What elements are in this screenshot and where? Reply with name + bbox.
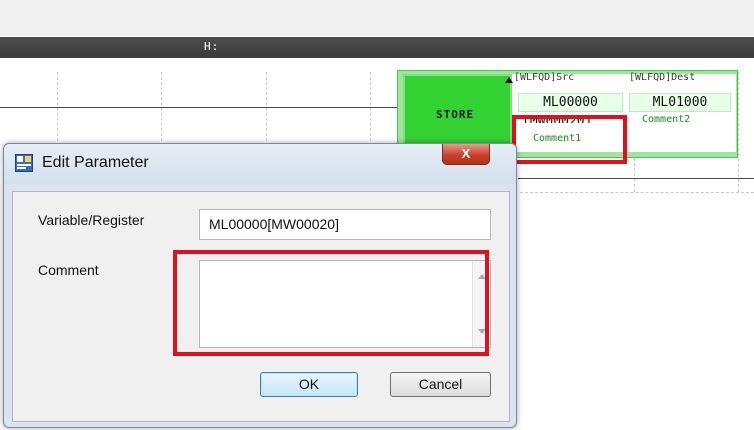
header-label: H: bbox=[204, 40, 220, 53]
dialog-titlebar[interactable]: Edit Parameter X bbox=[4, 144, 516, 184]
highlight-box-comment-field bbox=[173, 250, 489, 356]
grid-line bbox=[520, 192, 754, 193]
grid-line bbox=[370, 72, 371, 146]
store-instruction-label: STORE bbox=[436, 108, 475, 121]
ladder-rung-line bbox=[0, 107, 397, 108]
src-param-value[interactable]: ML00000 bbox=[518, 93, 623, 112]
dest-comment[interactable]: Comment2 bbox=[642, 114, 690, 125]
grid-line bbox=[57, 72, 58, 146]
ladder-header-strip: H: bbox=[0, 37, 754, 58]
toolbar-area bbox=[0, 0, 754, 36]
dest-param-value[interactable]: ML01000 bbox=[629, 93, 731, 112]
dest-param-label: [WLFQD]Dest bbox=[629, 72, 696, 83]
collapse-triangle-icon[interactable] bbox=[505, 77, 513, 83]
variable-register-label: Variable/Register bbox=[38, 212, 145, 228]
close-button[interactable]: X bbox=[442, 144, 490, 165]
app-icon bbox=[15, 154, 33, 172]
highlight-box-comment bbox=[512, 115, 627, 164]
grid-line bbox=[161, 72, 162, 146]
grid-line bbox=[266, 72, 267, 146]
ladder-rung-line bbox=[518, 178, 754, 179]
grid-line bbox=[738, 72, 739, 192]
dialog-title: Edit Parameter bbox=[42, 154, 149, 171]
variable-register-input[interactable]: ML00000[MW00020] bbox=[199, 209, 491, 240]
comment-label: Comment bbox=[38, 262, 99, 278]
grid-line bbox=[634, 158, 635, 192]
ok-button[interactable]: OK bbox=[260, 372, 358, 397]
src-param-label: [WLFQD]Src bbox=[514, 72, 575, 83]
cancel-button[interactable]: Cancel bbox=[390, 372, 491, 397]
